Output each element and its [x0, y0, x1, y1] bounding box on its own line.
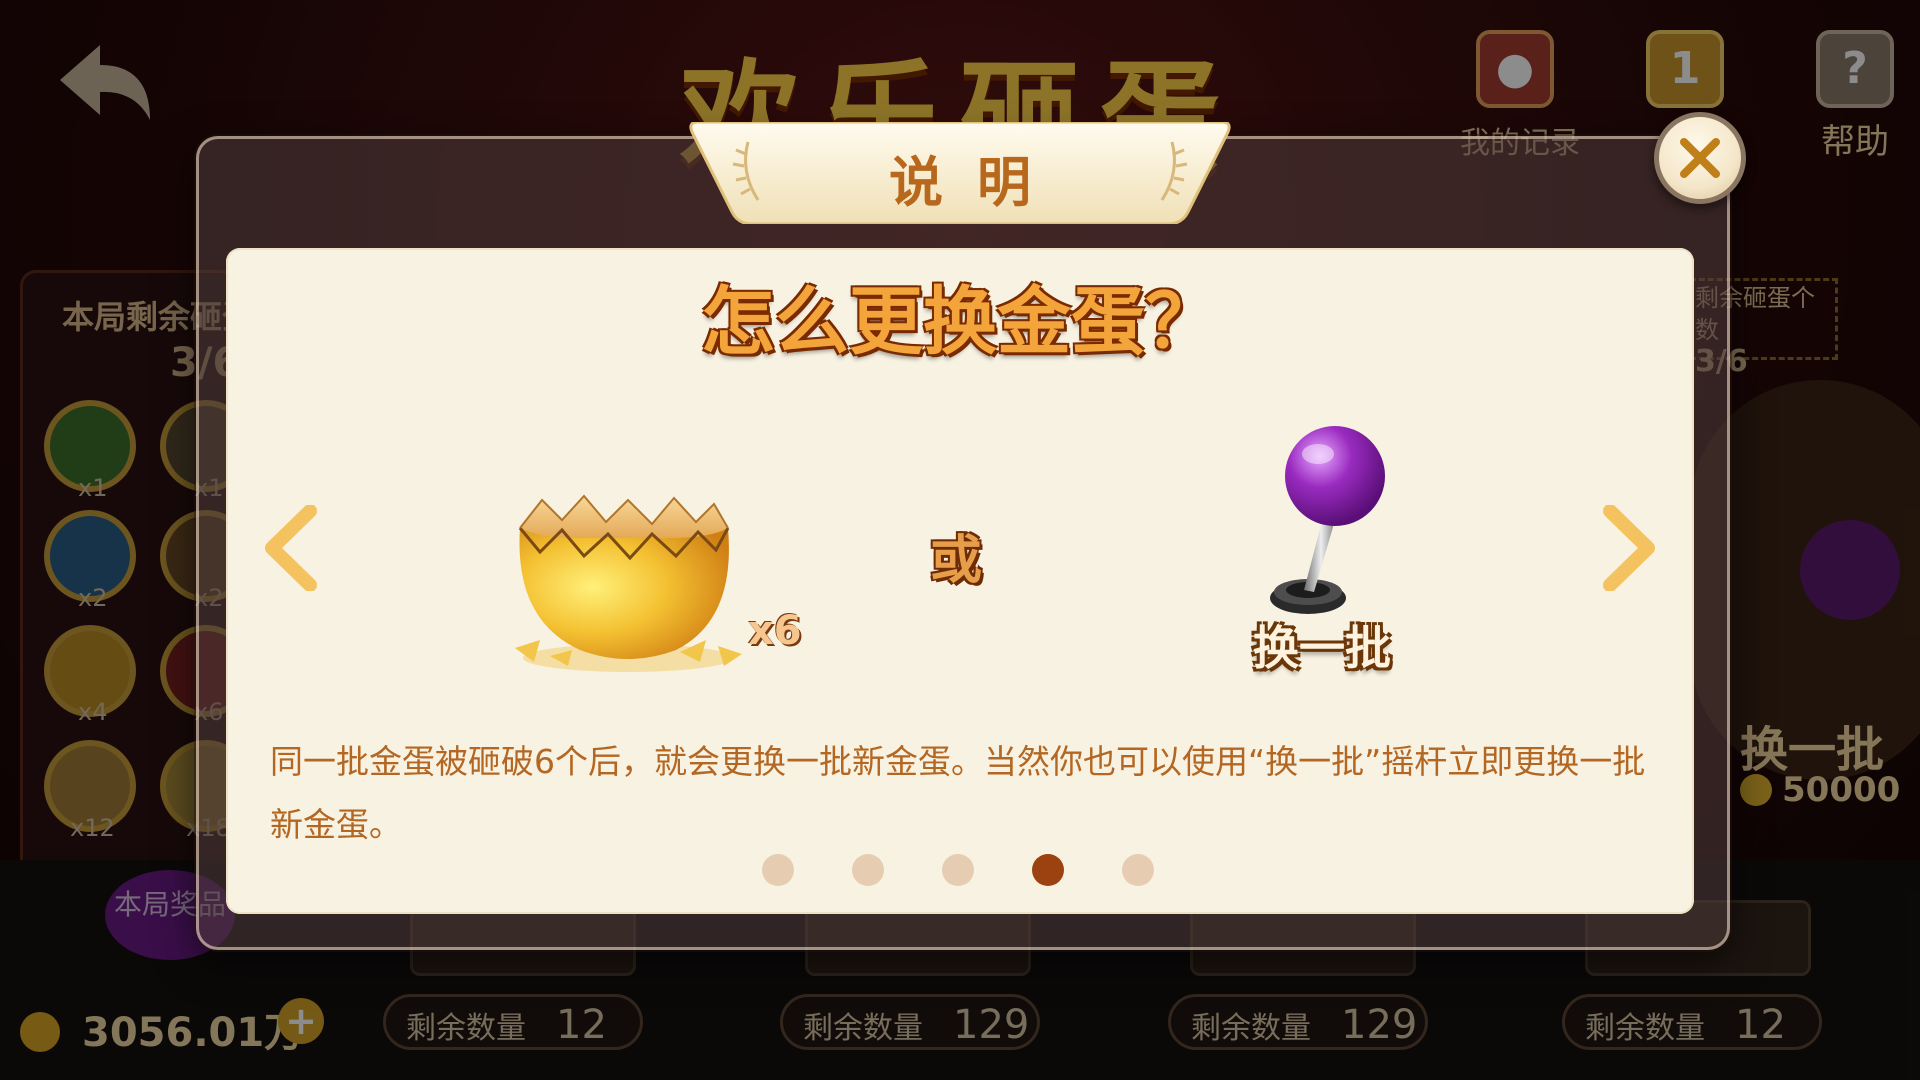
- page-heading: 怎么更换金蛋？: [701, 279, 1219, 365]
- broken-golden-egg-icon: [515, 494, 742, 672]
- page-dot[interactable]: [942, 854, 974, 886]
- page-indicator: [762, 854, 1162, 886]
- close-button[interactable]: [1654, 112, 1746, 204]
- chevron-right-icon[interactable]: [1602, 505, 1658, 591]
- or-text: 或: [930, 531, 983, 591]
- description-text: 同一批金蛋被砸破6个后，就会更换一批新金蛋。当然你也可以使用“换一批”摇杆立即更…: [270, 742, 1646, 844]
- page-dot[interactable]: [1122, 854, 1154, 886]
- joystick-label: 换一批: [1253, 621, 1391, 675]
- egg-multiplier: x6: [748, 608, 802, 654]
- page-dot[interactable]: [762, 854, 794, 886]
- joystick-icon: [1270, 426, 1385, 614]
- close-icon: [1680, 138, 1720, 178]
- chevron-left-icon[interactable]: [262, 505, 318, 591]
- game-screen: 欢乐砸蛋 ● 我的记录 1 倍 ? 帮助 本局剩余砸蛋 3/6 x1 x1 x2…: [0, 0, 1920, 1080]
- page-dot[interactable]: [852, 854, 884, 886]
- dialog-title: 说明: [889, 151, 1065, 214]
- page-dot-active[interactable]: [1032, 854, 1064, 886]
